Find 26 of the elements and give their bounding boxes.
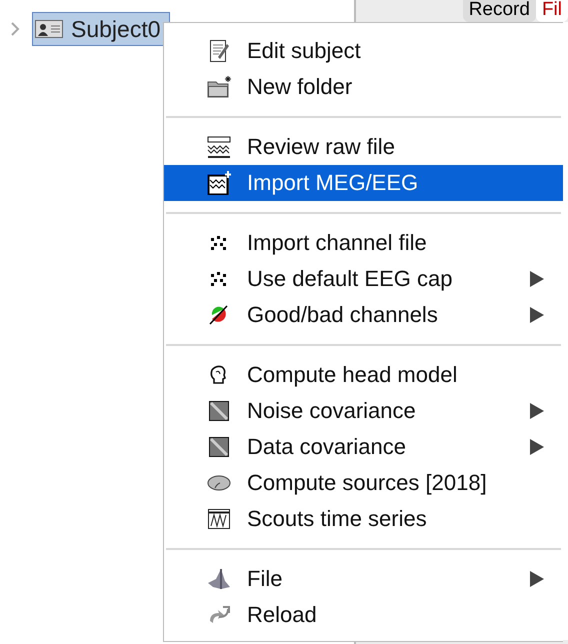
peak-icon: [207, 567, 231, 591]
folder-icon: [207, 75, 231, 99]
menu-item[interactable]: Compute head model: [164, 357, 563, 393]
tab[interactable]: Record: [462, 0, 536, 22]
tab[interactable]: Fil: [536, 0, 568, 22]
menu-item[interactable]: Import MEG/EEG: [164, 165, 563, 201]
menu-item[interactable]: Noise covariance: [164, 393, 563, 429]
import-icon: [207, 171, 231, 195]
menu-item[interactable]: Scouts time series: [164, 501, 563, 537]
person-card-icon: [35, 20, 63, 38]
menu-item[interactable]: Import channel file: [164, 225, 563, 261]
menu-item[interactable]: Reload: [164, 597, 563, 633]
waveform-icon: [207, 135, 231, 159]
expand-icon[interactable]: [10, 21, 20, 37]
matrix-icon: [207, 435, 231, 459]
edit-icon: [207, 39, 231, 63]
menu-item[interactable]: Compute sources [2018]: [164, 465, 563, 501]
menu-item[interactable]: Use default EEG cap: [164, 261, 563, 297]
menu-item[interactable]: New folder: [164, 69, 563, 105]
menu-item[interactable]: Good/bad channels: [164, 297, 563, 333]
menu-item[interactable]: File: [164, 561, 563, 597]
menu-item[interactable]: Review raw file: [164, 129, 563, 165]
tree-item[interactable]: Subject0: [32, 12, 170, 46]
wave-window-icon: [207, 507, 231, 531]
matrix-icon: [207, 399, 231, 423]
menu-item[interactable]: Data covariance: [164, 429, 563, 465]
